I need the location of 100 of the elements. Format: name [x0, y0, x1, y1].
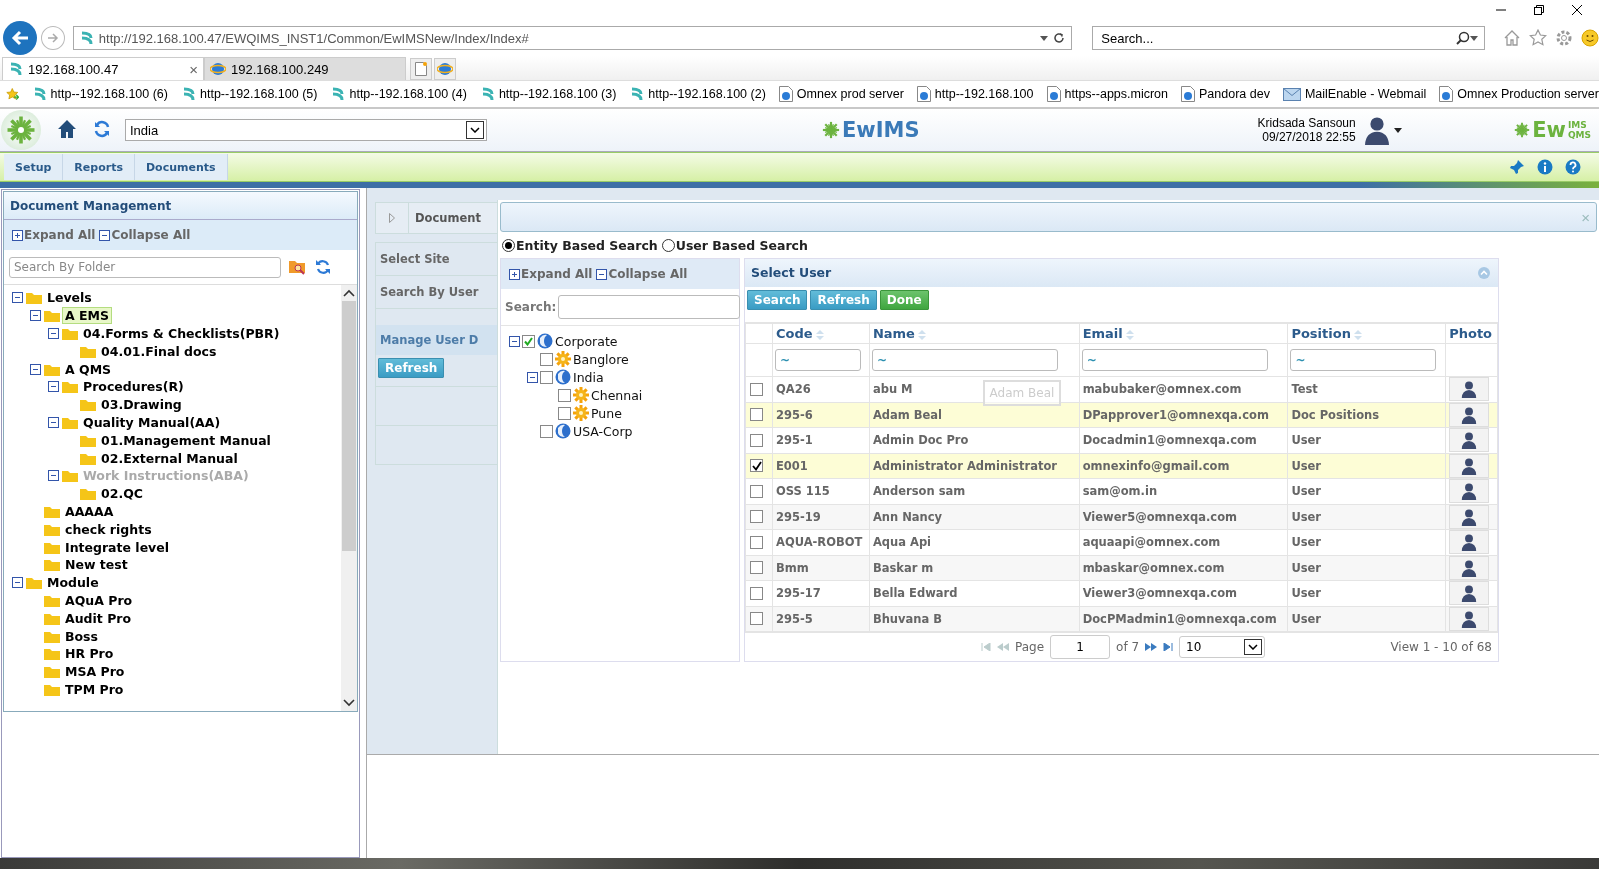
entity-item[interactable]: Chennai	[591, 387, 643, 403]
folder-item[interactable]: 01.Management Manual	[99, 432, 273, 448]
column-header[interactable]: Position	[1287, 323, 1446, 344]
site-dropdown[interactable]: India	[125, 119, 487, 141]
favorite-link[interactable]: Pandora dev	[1181, 86, 1270, 102]
collapse-icon[interactable]	[12, 292, 23, 304]
favorite-link[interactable]: MailEnable - Webmail	[1282, 87, 1427, 101]
search-input[interactable]: Search...	[1099, 29, 1456, 47]
checkbox[interactable]	[750, 612, 763, 626]
page-size-dropdown[interactable]: 10	[1179, 636, 1266, 659]
checkbox[interactable]	[750, 433, 763, 447]
folder-item[interactable]: 04.01.Final docs	[99, 343, 219, 359]
address-field[interactable]: http://192.168.100.47/EWQIMS_INST1/Common/EwIMSNew/Index/Index#	[72, 26, 1073, 50]
search-icon[interactable]	[1456, 31, 1470, 45]
column-header[interactable]: Email	[1079, 323, 1288, 344]
search-field[interactable]	[558, 295, 741, 319]
folder-item[interactable]: 03.Drawing	[99, 397, 184, 413]
checkbox[interactable]	[540, 352, 553, 366]
entity-item[interactable]: Corporate	[555, 333, 618, 349]
collapse-icon[interactable]	[48, 416, 59, 428]
refresh-icon[interactable]	[1053, 32, 1066, 44]
back-button[interactable]	[3, 21, 37, 55]
collapse-icon[interactable]	[99, 229, 111, 241]
checkbox[interactable]	[540, 370, 553, 384]
radio-label[interactable]: Entity Based Search	[516, 237, 658, 253]
page-field[interactable]: 1	[1050, 635, 1111, 660]
checkbox[interactable]	[540, 424, 553, 438]
expand-arrow-icon[interactable]	[389, 213, 395, 223]
collapse-icon[interactable]	[30, 363, 41, 375]
column-header[interactable]: Photo	[1445, 323, 1498, 344]
new-tab-button[interactable]	[410, 58, 432, 80]
checkbox[interactable]	[558, 388, 571, 402]
folder-item[interactable]: Procedures(R)	[81, 379, 186, 395]
column-header[interactable]: Code	[772, 323, 870, 344]
favorite-link[interactable]: https--apps.micron	[1046, 86, 1168, 102]
collapse-icon[interactable]	[48, 328, 59, 339]
browser-tab[interactable]: 192.168.100.249	[204, 57, 406, 80]
folder-item[interactable]: AQuA Pro	[63, 592, 135, 608]
menu-tab[interactable]: Documents	[134, 154, 228, 180]
checkbox[interactable]	[750, 459, 763, 473]
search-field[interactable]: Search By Folder	[9, 256, 281, 278]
dropdown-icon[interactable]	[1040, 35, 1049, 41]
filter-field[interactable]: ~	[871, 349, 1058, 372]
checkbox[interactable]	[522, 334, 535, 348]
column-header[interactable]: Name	[869, 323, 1080, 344]
favorites-star-icon[interactable]	[6, 86, 19, 102]
collapse-icon[interactable]	[527, 371, 538, 383]
folder-item[interactable]: A QMS	[63, 361, 114, 377]
folder-item[interactable]: A EMS	[63, 308, 111, 324]
checkbox[interactable]	[558, 406, 571, 420]
browser-button[interactable]	[434, 58, 456, 80]
expand-all-link[interactable]: Expand All	[509, 267, 593, 281]
checkbox[interactable]	[750, 408, 763, 422]
menu-tab[interactable]: Setup	[4, 154, 64, 180]
radio-button[interactable]	[661, 238, 675, 252]
folder-item[interactable]: Audit Pro	[63, 610, 134, 626]
folder-item[interactable]: HR Pro	[63, 646, 116, 662]
restore-icon[interactable]	[1533, 4, 1545, 16]
folder-item[interactable]: 04.Forms & Checklists(PBR)	[81, 326, 282, 341]
collapse-icon[interactable]	[48, 470, 59, 482]
close-icon[interactable]	[1571, 4, 1583, 16]
refresh-icon[interactable]	[315, 259, 331, 275]
folder-item[interactable]: Boss	[63, 628, 100, 644]
folder-item[interactable]: Integrate level	[63, 539, 172, 555]
collapse-icon[interactable]	[48, 381, 59, 393]
radio-button[interactable]	[502, 238, 515, 252]
collapse-all-link[interactable]: Collapse All	[596, 267, 688, 281]
collapse-icon[interactable]	[12, 577, 23, 589]
favorite-link[interactable]: http--192.168.100 (2)	[629, 86, 766, 102]
favorite-link[interactable]: http--192.168.100 (6)	[31, 86, 168, 102]
folder-item[interactable]: Module	[45, 575, 101, 591]
smiley-icon[interactable]	[1581, 29, 1599, 47]
expand-icon[interactable]	[509, 268, 520, 280]
close-icon[interactable]: ×	[189, 60, 198, 78]
favorite-link[interactable]: Omnex Production server	[1439, 86, 1599, 102]
favorite-link[interactable]: http--192.168.100 (4)	[330, 86, 467, 102]
search-field[interactable]: Search...	[1092, 26, 1485, 50]
favorite-link[interactable]: Omnex prod server	[778, 86, 904, 102]
menu-tab[interactable]: Reports	[63, 154, 135, 180]
scrollbar[interactable]	[341, 285, 357, 711]
favorite-link[interactable]: http--192.168.100 (5)	[181, 86, 318, 102]
settings-icon[interactable]	[1555, 29, 1573, 47]
browser-tab[interactable]: 192.168.100.47 ×	[2, 57, 204, 80]
collapse-icon[interactable]	[30, 310, 41, 322]
home-icon[interactable]	[57, 118, 77, 139]
folder-item[interactable]: AAAAA	[63, 503, 116, 519]
folder-item[interactable]: 02.External Manual	[99, 450, 240, 466]
folder-item[interactable]: TPM Pro	[63, 681, 126, 697]
entity-item[interactable]: Banglore	[573, 351, 629, 367]
app-logo-icon[interactable]	[1, 110, 41, 150]
help-icon[interactable]	[1565, 159, 1581, 175]
entity-item[interactable]: India	[573, 369, 604, 385]
favorite-link[interactable]: http--192.168.100	[916, 86, 1034, 102]
radio-label[interactable]: User Based Search	[675, 237, 808, 253]
filter-field[interactable]: ~	[1081, 349, 1268, 372]
filter-field[interactable]: ~	[1290, 349, 1437, 372]
checkbox[interactable]	[750, 561, 763, 575]
last-page-icon[interactable]	[1163, 643, 1174, 652]
next-page-icon[interactable]	[1145, 643, 1158, 652]
collapse-icon[interactable]	[509, 335, 520, 347]
